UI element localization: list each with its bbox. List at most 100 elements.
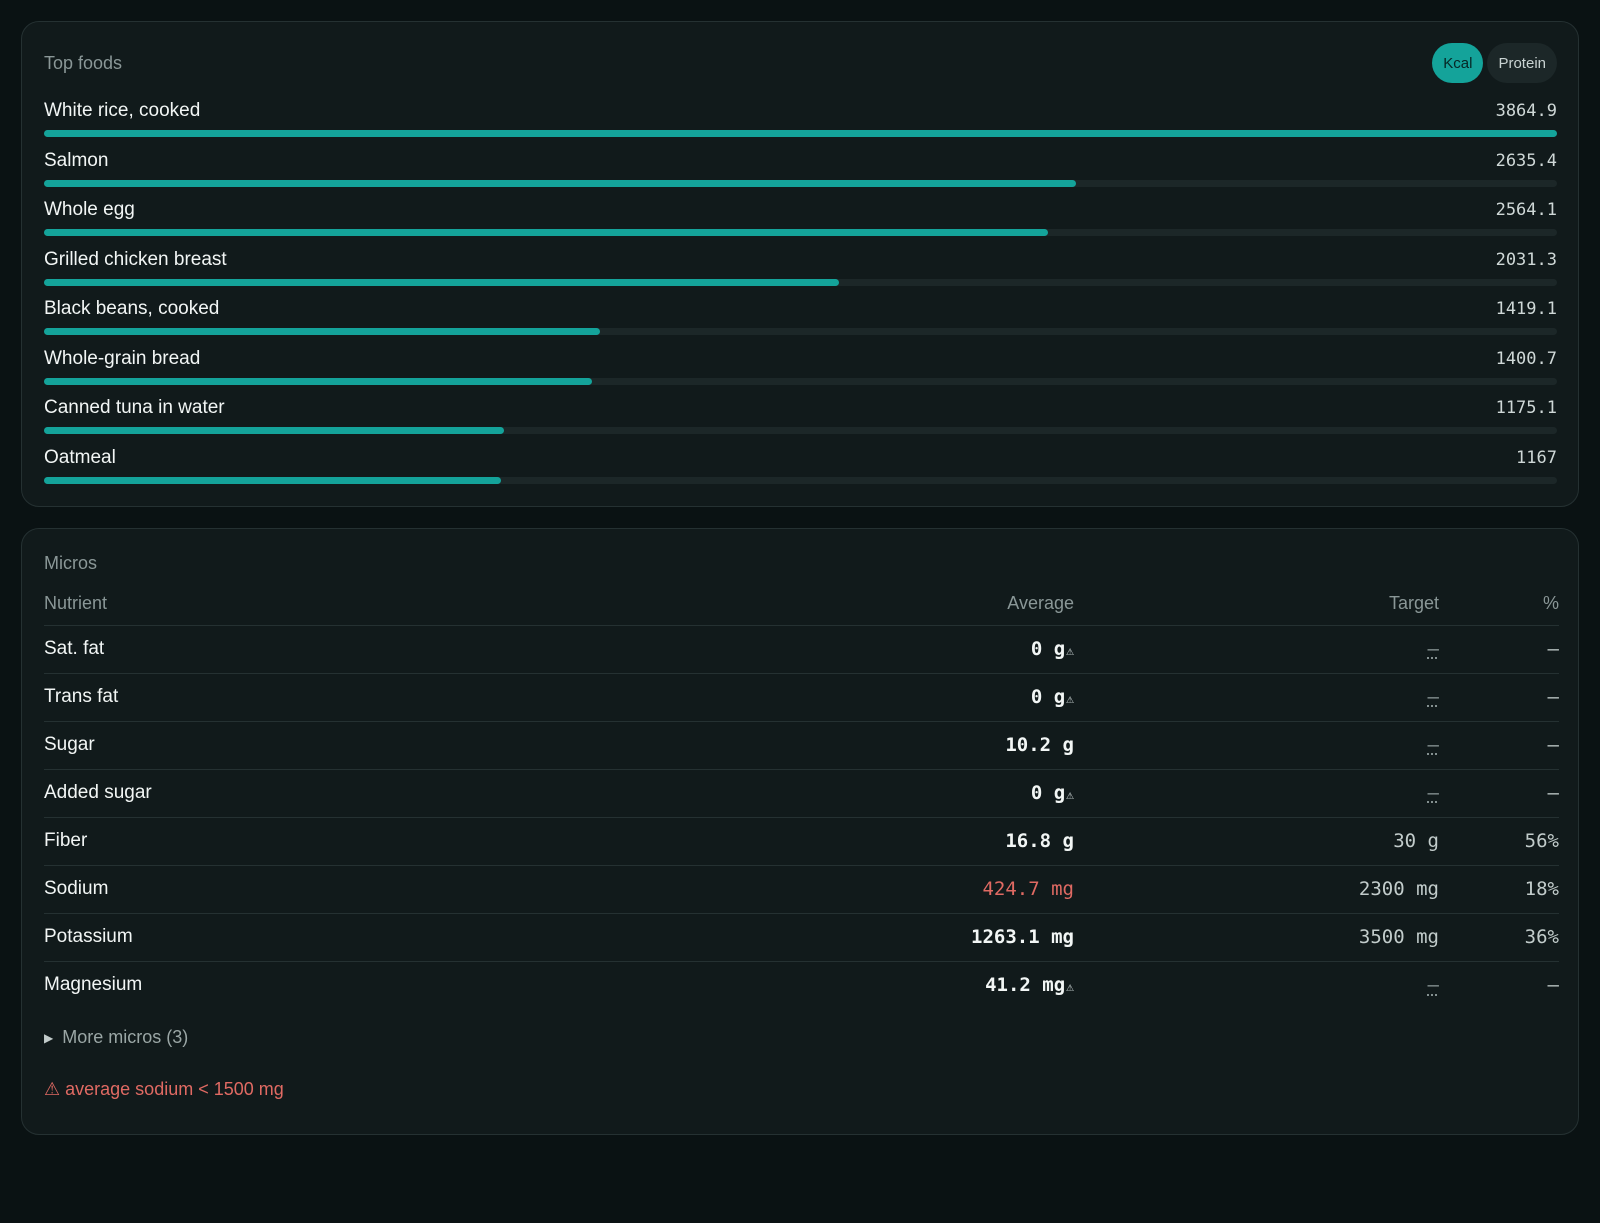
- warning-icon: ⚠: [1066, 980, 1074, 996]
- nutrient-target: –: [1074, 961, 1439, 1009]
- more-micros-toggle[interactable]: ▶ More micros (3): [44, 1027, 188, 1048]
- food-row: Oatmeal 1167: [44, 447, 1557, 497]
- target-value[interactable]: –: [1428, 782, 1439, 804]
- food-bar-fill: [44, 377, 593, 385]
- nutrient-target: –: [1074, 625, 1439, 674]
- food-name: White rice, cooked: [44, 100, 201, 121]
- average-column-header: Average: [644, 583, 1074, 626]
- sodium-warning: ⚠ average sodium < 1500 mg: [44, 1079, 284, 1099]
- nutrient-target: 30 g: [1074, 817, 1439, 866]
- food-row: Whole-grain bread 1400.7: [44, 348, 1557, 398]
- nutrient-name: Potassium: [44, 913, 644, 962]
- target-value[interactable]: –: [1428, 734, 1439, 756]
- food-name: Black beans, cooked: [44, 298, 220, 319]
- nutrient-percent: 36%: [1439, 913, 1559, 962]
- nutrient-percent: –: [1439, 769, 1559, 818]
- nutrient-target: –: [1074, 721, 1439, 770]
- food-bar-track: [44, 476, 1557, 484]
- nutrient-name: Added sugar: [44, 769, 644, 818]
- average-value: 41.2 mg: [985, 974, 1066, 997]
- food-bar-track: [44, 130, 1557, 137]
- food-name: Whole-grain bread: [44, 347, 201, 369]
- nutrient-percent: –: [1439, 625, 1559, 674]
- average-value: 10.2 g: [1005, 734, 1074, 756]
- nutrient-name: Sodium: [44, 865, 644, 914]
- food-bar-fill: [44, 130, 1557, 137]
- nutrient-name: Fiber: [44, 817, 644, 866]
- protein-toggle-button[interactable]: Protein: [1487, 43, 1557, 83]
- food-value: 1419.1: [1495, 299, 1557, 319]
- food-name: Oatmeal: [44, 446, 116, 468]
- micros-row: Potassium 1263.1 mg 3500 mg 36%: [44, 913, 1559, 962]
- food-value: 2635.4: [1495, 150, 1557, 171]
- food-value: 1175.1: [1495, 398, 1557, 418]
- micros-title: Micros: [44, 553, 97, 573]
- food-row: White rice, cooked 3864.9: [44, 100, 1557, 150]
- food-bar-fill: [44, 328, 600, 335]
- target-value[interactable]: –: [1428, 686, 1439, 708]
- top-foods-card: Top foods Kcal Protein White rice, cooke…: [21, 21, 1579, 507]
- food-bar-fill: [44, 229, 1048, 236]
- more-micros-label: More micros (3): [62, 1027, 189, 1047]
- food-bar-track: [44, 278, 1557, 286]
- target-value[interactable]: –: [1428, 974, 1439, 996]
- nutrient-average: 16.8 g: [644, 817, 1074, 866]
- micros-row: Fiber 16.8 g 30 g 56%: [44, 817, 1559, 866]
- warning-icon: ⚠: [1066, 692, 1074, 707]
- nutrient-target: –: [1074, 673, 1439, 722]
- food-value: 2564.1: [1495, 200, 1557, 220]
- food-row: Black beans, cooked 1419.1: [44, 298, 1557, 348]
- nutrient-average: 1263.1 mg: [644, 913, 1074, 962]
- nutrient-average: 0 g⚠: [644, 769, 1074, 818]
- micros-row: Sat. fat 0 g⚠ – –: [44, 625, 1559, 674]
- warning-icon: ⚠: [1066, 788, 1074, 803]
- micros-card: Micros Nutrient Average Target % Sat. fa…: [21, 528, 1579, 1135]
- food-bar-track: [44, 377, 1557, 385]
- food-value: 2031.3: [1495, 249, 1557, 270]
- micros-body: Sat. fat 0 g⚠ – – Trans fat 0 g⚠ – – Sugar 10.2 g…: [44, 625, 1559, 1009]
- nutrient-target: –: [1074, 769, 1439, 818]
- food-value: 1167: [1516, 447, 1557, 468]
- metric-toggle: Kcal Protein: [1432, 43, 1557, 83]
- nutrient-average: 424.7 mg: [644, 865, 1074, 914]
- food-name: Canned tuna in water: [44, 397, 225, 418]
- micros-row: Sodium 424.7 mg 2300 mg 18%: [44, 865, 1559, 914]
- average-value: 1263.1 mg: [971, 926, 1074, 948]
- nutrient-name: Magnesium: [44, 974, 143, 996]
- target-column-header: Target: [1074, 583, 1439, 626]
- average-value: 16.8 g: [1005, 830, 1074, 852]
- nutrient-average: 10.2 g: [644, 721, 1074, 770]
- warning-icon: ⚠: [1066, 644, 1074, 659]
- nutrient-average: 0 g⚠: [644, 625, 1074, 674]
- nutrient-target: 3500 mg: [1074, 913, 1439, 962]
- micros-table: Nutrient Average Target % Sat. fat 0 g⚠ – –…: [44, 583, 1559, 1009]
- micros-row: Magnesium 41.2 mg⚠ – –: [44, 961, 1559, 1009]
- nutrient-percent: –: [1547, 974, 1559, 997]
- average-value: 0 g: [1030, 686, 1066, 708]
- food-name: Salmon: [44, 149, 109, 171]
- target-value: 30 g: [1393, 830, 1439, 852]
- average-value: 424.7 mg: [982, 878, 1074, 900]
- nutrient-name: Sat. fat: [44, 625, 644, 674]
- nutrient-percent: 18%: [1439, 865, 1559, 914]
- food-value: 1400.7: [1495, 348, 1557, 369]
- nutrient-percent: 56%: [1439, 817, 1559, 866]
- micros-row: Trans fat 0 g⚠ – –: [44, 673, 1559, 722]
- nutrient-average: 0 g⚠: [644, 673, 1074, 722]
- target-value[interactable]: –: [1428, 638, 1439, 660]
- food-row: Canned tuna in water 1175.1: [44, 397, 1557, 447]
- nutrient-average: 41.2 mg⚠: [644, 961, 1074, 1009]
- top-foods-title: Top foods: [44, 53, 123, 73]
- food-bar-track: [44, 229, 1557, 236]
- micros-header-row: Nutrient Average Target %: [44, 583, 1559, 626]
- food-bar-fill: [44, 427, 505, 434]
- micros-row: Sugar 10.2 g – –: [44, 721, 1559, 770]
- nutrient-percent: –: [1439, 673, 1559, 722]
- food-row: Salmon 2635.4: [44, 150, 1557, 200]
- target-value: 2300 mg: [1358, 878, 1439, 900]
- nutrient-name: Sugar: [44, 721, 644, 770]
- food-row: Whole egg 2564.1: [44, 199, 1557, 249]
- food-name: Whole egg: [44, 199, 135, 220]
- kcal-toggle-button[interactable]: Kcal: [1432, 43, 1484, 83]
- nutrient-column-header: Nutrient: [44, 583, 644, 626]
